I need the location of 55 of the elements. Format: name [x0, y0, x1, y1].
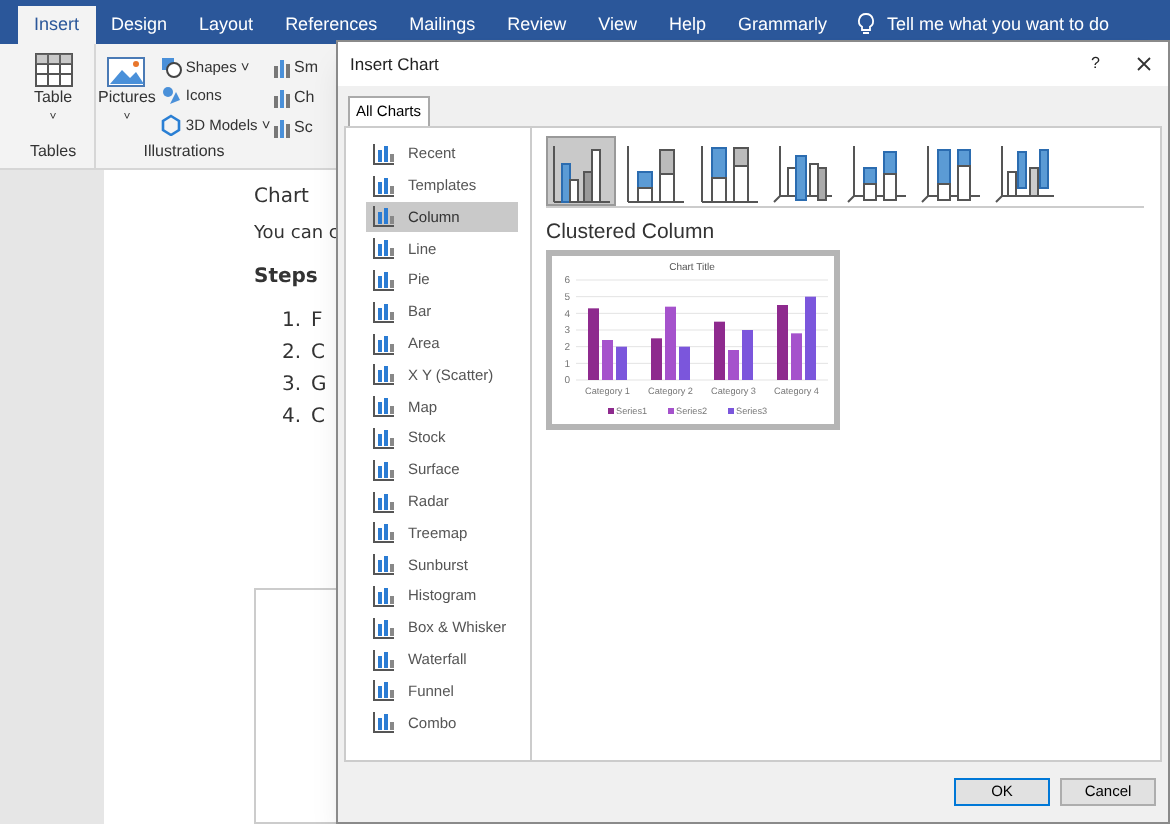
ribbon-tab[interactable]: Review	[491, 6, 583, 44]
chart-icon	[373, 648, 395, 671]
ribbon-tab[interactable]: Design	[95, 6, 184, 44]
chart-icon	[373, 427, 395, 450]
chart-icon	[373, 521, 395, 544]
icons-icon	[162, 87, 180, 105]
ribbon-tab[interactable]: View	[582, 6, 653, 44]
ribbon-tab[interactable]: Help	[652, 6, 722, 44]
chart-icon	[373, 332, 395, 355]
ribbon-tab[interactable]: Layout	[183, 6, 270, 44]
chart-icon	[373, 553, 395, 576]
chart-icon	[373, 300, 395, 323]
ribbon-tab[interactable]: Grammarly	[722, 6, 843, 44]
picture-icon	[107, 57, 146, 87]
chart-icon	[373, 395, 395, 418]
ribbon-tab[interactable]: Mailings	[393, 6, 492, 44]
preview-title: Clustered Column	[546, 218, 715, 248]
chart-icon	[373, 205, 395, 228]
list-number: 3.	[282, 372, 302, 400]
close-icon[interactable]	[1136, 56, 1152, 72]
chart-icon	[373, 490, 395, 513]
ribbon-tab[interactable]: References	[269, 6, 394, 44]
shapes-icon	[161, 58, 182, 79]
list-number: 2.	[282, 340, 302, 368]
list-item-text: G	[311, 372, 327, 400]
dialog-title: Insert Chart	[350, 51, 439, 77]
chart-icon	[373, 711, 395, 734]
chart-icon	[373, 269, 395, 292]
help-button[interactable]: ?	[1091, 52, 1100, 76]
chart-icon	[373, 616, 395, 639]
list-number: 4.	[282, 404, 302, 432]
lightbulb-icon	[855, 12, 875, 36]
list-number: 1.	[282, 308, 302, 336]
chart-icon	[373, 174, 395, 197]
list-item-text: C	[311, 404, 326, 432]
section-heading: Steps	[254, 264, 320, 292]
chart-icon	[373, 458, 395, 481]
search-field[interactable]: Tell me what you want to do	[875, 6, 1122, 44]
chart-icon	[373, 237, 395, 260]
chart-icon	[373, 679, 395, 702]
list-item-text: C	[311, 340, 326, 368]
group-label: Tables	[29, 140, 77, 164]
chart-icon	[373, 585, 395, 608]
group-label: Illustrations	[143, 140, 225, 164]
cube-icon	[161, 113, 181, 136]
document-heading: Chart	[254, 184, 311, 212]
chart-icon	[373, 142, 395, 165]
chart-subtype-button[interactable]	[546, 136, 616, 206]
chart-icon	[373, 363, 395, 386]
ribbon-button[interactable]: Ch	[272, 86, 318, 110]
list-item-text: F	[311, 308, 323, 336]
ribbon-button[interactable]: Sc	[272, 116, 318, 140]
ribbon-button[interactable]: Sm	[272, 56, 318, 80]
table-icon	[34, 53, 72, 87]
ribbon-tab[interactable]: Insert	[18, 6, 96, 44]
